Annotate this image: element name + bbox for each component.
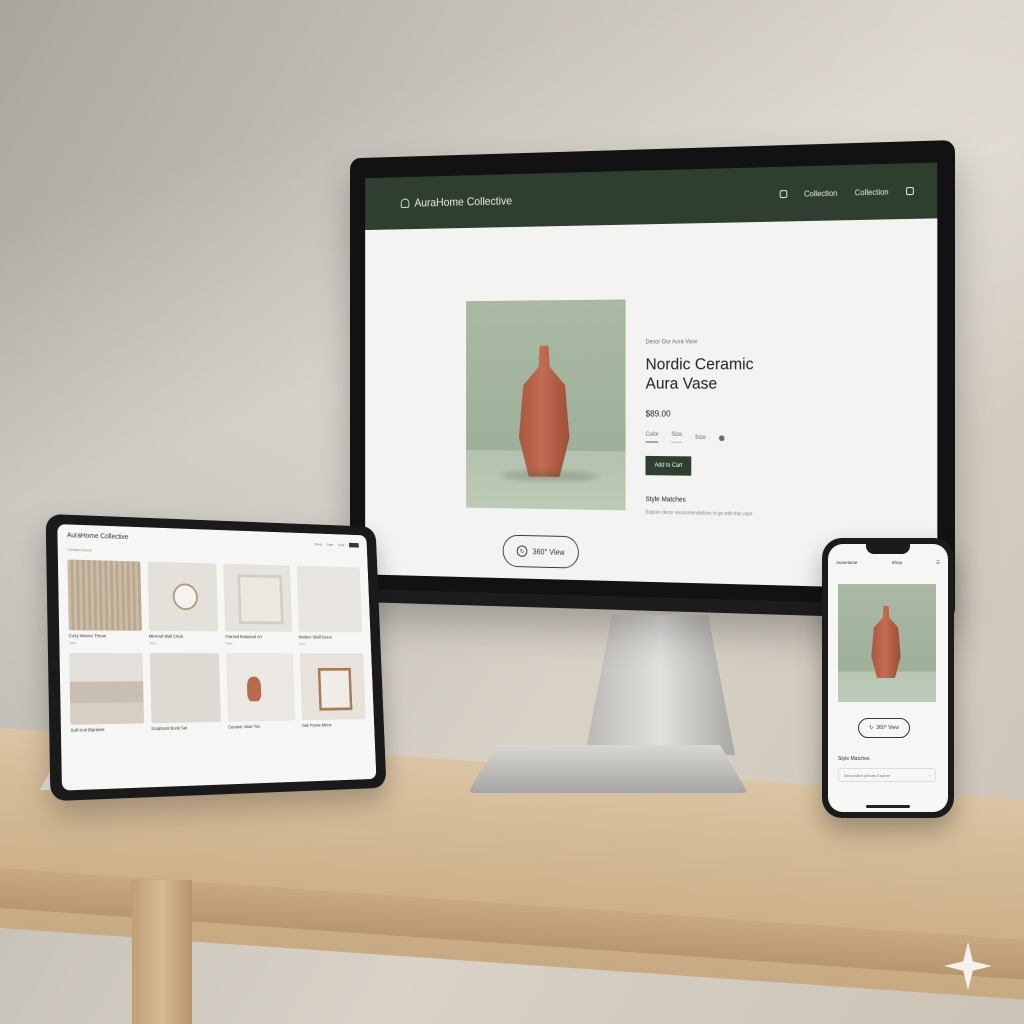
color-select[interactable]: Color — [645, 431, 659, 443]
breadcrumb[interactable]: Decor Our Aura Vase — [646, 339, 804, 345]
phone-notch — [866, 544, 910, 554]
tablet-nav-cart[interactable]: Cart — [338, 542, 344, 547]
phone-product-image[interactable] — [838, 584, 936, 702]
home-logo-icon — [400, 198, 410, 208]
brand-logo[interactable]: AuraHome Collective — [400, 193, 513, 210]
desktop-screen: AuraHome Collective Collection Collectio… — [365, 162, 938, 590]
product-thumbnail — [225, 653, 295, 722]
size-label: Size — [694, 434, 706, 441]
monitor-stand-base — [468, 745, 748, 793]
brand-name: AuraHome Collective — [414, 193, 513, 210]
product-card[interactable]: Minimal Wall Clock View — [147, 561, 219, 646]
product-title-line-2: Aura Vase — [645, 374, 718, 393]
product-card-sub: View — [298, 642, 306, 646]
color-swatch[interactable] — [718, 434, 725, 441]
product-card[interactable]: Cozy Woven Throw View — [67, 559, 142, 646]
product-card[interactable]: Soft Knit Blankets — [69, 653, 144, 733]
top-nav: Collection Collection — [779, 187, 914, 199]
product-card[interactable]: Oak Frame Mirror — [299, 653, 366, 728]
product-card[interactable]: Framed Botanical Art View — [223, 563, 292, 646]
product-card-sub: View — [225, 641, 233, 646]
phone-nav-shop[interactable]: Shop — [891, 560, 902, 566]
product-card-name: Soft Knit Blankets — [70, 727, 105, 733]
rotate-icon: ↻ — [869, 725, 874, 731]
tablet-nav: Shop Sale Cart — [314, 542, 359, 548]
product-card-name: Ceramic Vase Trio — [228, 723, 261, 730]
product-page: Decor Our Aura Vase Nordic Ceramic Aura … — [365, 218, 937, 589]
product-card-name: Modern Shelf Decor — [298, 634, 333, 640]
phone-view-360-button[interactable]: ↻ 360° View — [858, 718, 910, 738]
product-card[interactable]: Modern Shelf Decor View — [296, 565, 363, 646]
product-thumbnail — [149, 653, 221, 724]
product-card-name: Framed Botanical Art — [225, 634, 262, 640]
rotate-icon: ↻ — [516, 545, 528, 557]
tablet-header: AuraHome Collective Shop Sale Cart — [67, 532, 359, 548]
add-to-cart-button[interactable]: Add to Cart — [645, 455, 692, 476]
vase-shadow — [500, 470, 599, 482]
view-360-label: 360° View — [532, 547, 565, 557]
style-matches-text: Explore decor recommendations to go with… — [645, 509, 753, 518]
nav-link-collection[interactable]: Collection — [804, 188, 837, 198]
tablet-device: AuraHome Collective Shop Sale Cart Curat… — [45, 513, 387, 802]
product-card[interactable]: Ceramic Vase Trio — [225, 653, 295, 730]
product-card-name: Sculptural Book Set — [151, 725, 188, 732]
desk-leg — [132, 880, 192, 1024]
product-options: Color Size Size — [645, 431, 804, 444]
tablet-screen: AuraHome Collective Shop Sale Cart Curat… — [57, 524, 377, 791]
product-card-sub: View — [68, 641, 77, 646]
tablet-nav-sale[interactable]: Sale — [327, 542, 334, 547]
phone-style-matches: Style Matches — [838, 756, 870, 762]
product-thumbnail — [67, 559, 142, 631]
product-card-name: Cozy Woven Throw — [68, 633, 106, 639]
product-thumbnail — [296, 565, 363, 633]
phone-device: AuraHome Shop ☰ ↻ 360° View Style Matche… — [822, 538, 954, 818]
account-icon[interactable] — [779, 190, 787, 199]
menu-icon[interactable]: ☰ — [936, 560, 940, 566]
phone-view-360-label: 360° View — [876, 725, 899, 731]
size-select[interactable]: Size — [671, 432, 683, 443]
product-thumbnail — [223, 563, 292, 632]
chevron-right-icon: › — [928, 772, 930, 778]
view-360-button[interactable]: ↻ 360° View — [502, 534, 579, 569]
phone-screen: AuraHome Shop ☰ ↻ 360° View Style Matche… — [828, 544, 948, 812]
phone-row-label: Decorative pieces Explore — [844, 772, 891, 778]
home-indicator — [866, 805, 910, 808]
vase-image — [871, 606, 901, 678]
product-card[interactable]: Sculptural Book Set — [149, 653, 221, 731]
product-details: Decor Our Aura Vase Nordic Ceramic Aura … — [645, 339, 804, 520]
product-grid: Cozy Woven Throw View Minimal Wall Clock… — [67, 559, 366, 733]
tablet-subheading: Curated Decor — [67, 546, 92, 553]
style-matches-title: Style Matches — [645, 496, 686, 504]
phone-brand[interactable]: AuraHome — [836, 560, 858, 566]
product-card-sub: View — [149, 641, 156, 646]
phone-matches-row[interactable]: Decorative pieces Explore › — [838, 768, 936, 782]
product-card-name: Oak Frame Mirror — [301, 722, 332, 728]
product-price: $89.00 — [645, 408, 671, 419]
product-title: Nordic Ceramic Aura Vase — [646, 354, 804, 393]
product-thumbnail — [147, 561, 219, 632]
tablet-nav-shop[interactable]: Shop — [314, 542, 322, 547]
product-image[interactable] — [466, 299, 626, 511]
product-title-line-1: Nordic Ceramic — [645, 354, 754, 374]
product-thumbnail — [299, 653, 366, 721]
tablet-nav-button[interactable] — [349, 542, 359, 548]
nav-link-collection-2[interactable]: Collection — [855, 187, 889, 197]
product-card-name: Minimal Wall Clock — [148, 633, 184, 639]
cart-icon[interactable] — [906, 187, 914, 196]
tablet-brand[interactable]: AuraHome Collective — [67, 532, 129, 541]
product-thumbnail — [69, 653, 144, 725]
vase-image — [517, 346, 572, 477]
